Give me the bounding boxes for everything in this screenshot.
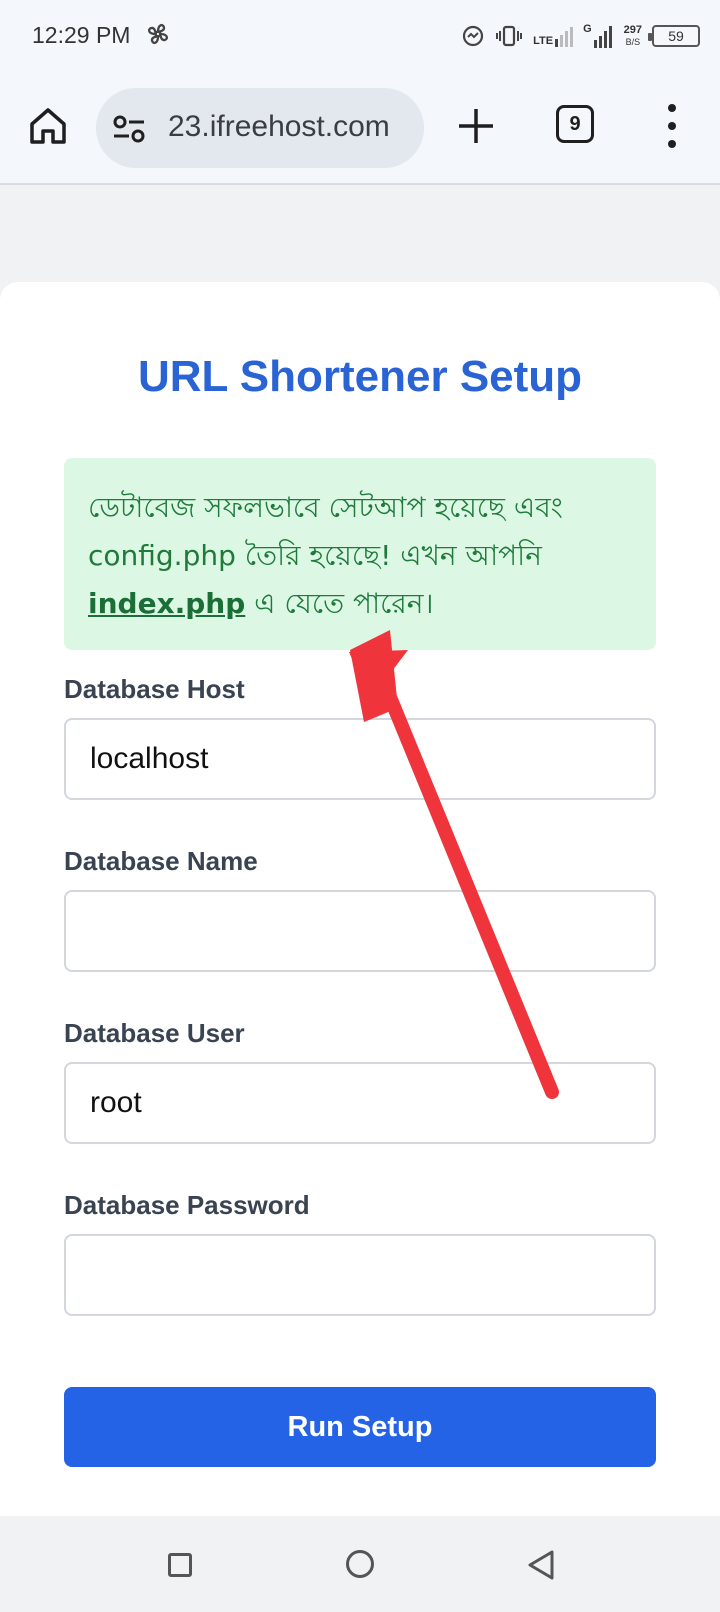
home-icon[interactable] [26, 104, 70, 148]
vibrate-icon [496, 25, 523, 47]
page-title: URL Shortener Setup [137, 352, 583, 401]
db-user-input[interactable] [64, 1062, 656, 1144]
battery-level: 59 [668, 28, 684, 44]
alert-line-2: config.php তৈরি হয়েছে! এখন আপনি [88, 539, 542, 572]
address-bar[interactable]: 23.ifreehost.com [96, 88, 424, 168]
net-speed-unit: B/S [625, 36, 641, 47]
db-name-input[interactable] [64, 890, 656, 972]
tab-count: 9 [569, 112, 581, 135]
url-text[interactable]: 23.ifreehost.com [168, 110, 390, 144]
db-password-label: Database Password [64, 1190, 310, 1220]
back-icon[interactable] [526, 1549, 556, 1581]
status-bar: 12:29 PM LTE G 297 B/S 59 [0, 0, 720, 76]
data-saver-icon [463, 25, 484, 47]
new-tab-icon[interactable] [456, 106, 496, 146]
battery-icon: 59 [648, 25, 700, 47]
site-settings-icon[interactable] [112, 114, 146, 144]
db-user-label: Database User [64, 1018, 245, 1048]
setup-card: URL Shortener Setup ডেটাবেজ সফলভাবে সেটআ… [0, 282, 720, 1516]
alert-line-1: ডেটাবেজ সফলভাবে সেটআপ হয়েছে এবং [88, 491, 563, 524]
more-menu-icon[interactable] [660, 104, 684, 148]
db-name-label: Database Name [64, 846, 258, 876]
run-setup-button[interactable]: Run Setup [64, 1387, 656, 1467]
alert-line-3: এ যেতে পারেন। [245, 587, 434, 620]
net-speed-value: 297 [623, 23, 642, 36]
fan-icon [147, 23, 169, 45]
home-nav-icon[interactable] [346, 1550, 374, 1578]
browser-toolbar: 23.ifreehost.com 9 [0, 76, 720, 185]
lte-label: LTE [533, 35, 554, 47]
db-host-input[interactable] [64, 718, 656, 800]
g-label: G [583, 23, 592, 35]
network-indicator-2: G [583, 24, 614, 48]
tab-switcher-button[interactable]: 9 [556, 105, 594, 143]
signal-icon [593, 26, 612, 48]
db-password-input[interactable] [64, 1234, 656, 1316]
db-host-label: Database Host [64, 674, 245, 704]
web-page: URL Shortener Setup ডেটাবেজ সফলভাবে সেটআ… [0, 187, 720, 1517]
status-icons: LTE G 297 B/S 59 [461, 18, 700, 54]
system-nav-bar [0, 1517, 720, 1612]
success-alert: ডেটাবেজ সফলভাবে সেটআপ হয়েছে এবং config.… [64, 458, 656, 650]
signal-icon [555, 27, 574, 47]
recents-icon[interactable] [168, 1553, 192, 1577]
status-time: 12:29 PM [32, 22, 131, 48]
net-speed: 297 B/S [623, 23, 642, 48]
index-link[interactable]: index.php [88, 587, 245, 620]
network-indicator: LTE [533, 25, 574, 47]
